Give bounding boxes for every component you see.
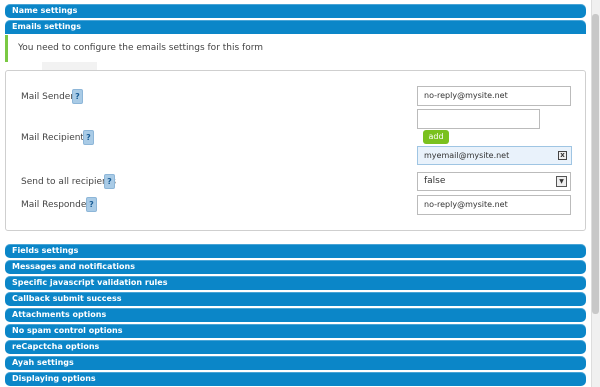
chevron-down-icon: ▼ [556,176,567,187]
send-to-all-help-icon[interactable]: ? [104,174,115,189]
add-recipient-button[interactable]: add [423,130,449,144]
recipient-email: myemail@mysite.net [424,151,510,160]
mail-sender-input[interactable]: no-reply@mysite.net [417,86,571,106]
section-fields-settings[interactable]: Fields settings [5,244,586,258]
mail-sender-label: Mail Sender [21,92,75,102]
section-displaying-options[interactable]: Displaying options [5,372,586,386]
mail-recipients-help-icon[interactable]: ? [83,130,94,145]
recipient-tag: myemail@mysite.net x [417,146,572,165]
section-name-settings[interactable]: Name settings [5,4,586,18]
tab-hint [42,62,97,70]
config-notice: You need to configure the emails setting… [5,35,586,62]
mail-sender-help-icon[interactable]: ? [72,89,83,104]
mail-responder-label: Mail Responder [21,200,91,210]
section-recaptcha-options[interactable]: reCapctcha options [5,340,586,354]
send-to-all-label: Send to all recipients [21,177,116,187]
send-to-all-value: false [424,176,446,186]
section-ayah-settings[interactable]: Ayah settings [5,356,586,370]
mail-recipients-label: Mail Recipients [21,133,89,143]
section-js-validation-rules[interactable]: Specific javascript validation rules [5,276,586,290]
section-messages-notifications[interactable]: Messages and notifications [5,260,586,274]
section-emails-settings[interactable]: Emails settings [5,20,586,34]
mail-recipients-input[interactable] [417,109,540,129]
send-to-all-select[interactable]: false ▼ [417,172,571,191]
mail-responder-help-icon[interactable]: ? [86,197,97,212]
section-callback-submit-success[interactable]: Callback submit success [5,292,586,306]
scrollbar-thumb[interactable] [592,14,599,314]
section-attachments-options[interactable]: Attachments options [5,308,586,322]
remove-recipient-icon[interactable]: x [558,151,567,160]
mail-responder-input[interactable]: no-reply@mysite.net [417,195,571,215]
section-no-spam-control[interactable]: No spam control options [5,324,586,338]
